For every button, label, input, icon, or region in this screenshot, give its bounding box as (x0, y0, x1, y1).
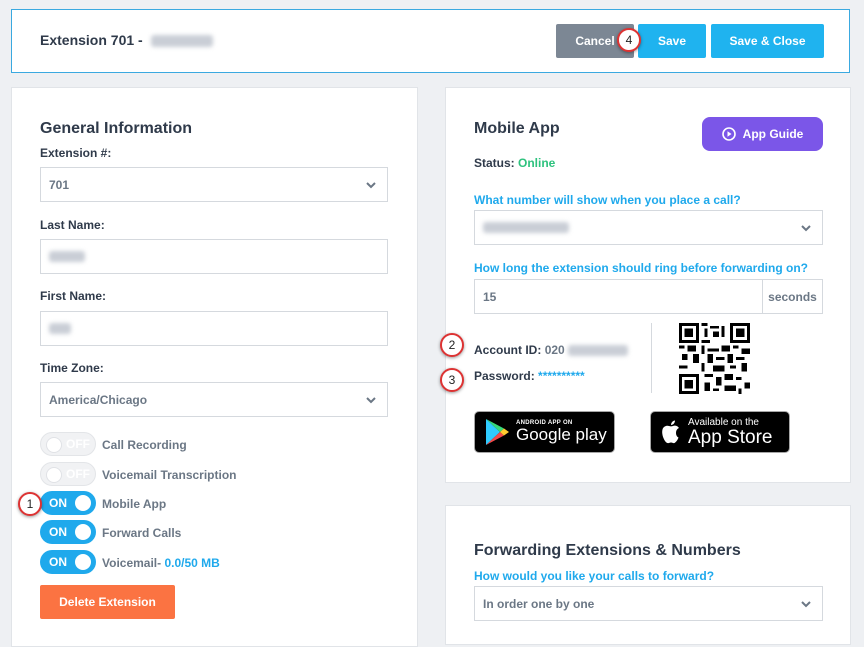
caller-number-question: What number will show when you place a c… (474, 193, 741, 207)
page-title: Extension 701 - (40, 32, 213, 48)
callout-3: 3 (440, 368, 464, 392)
last-name-input[interactable] (40, 239, 388, 274)
password-label: Password: (474, 369, 535, 383)
voicemail-transcription-label: Voicemail Transcription (102, 468, 237, 482)
toggle-state: ON (49, 525, 67, 539)
account-id-value: 020 (544, 343, 565, 357)
app-store-badge[interactable]: Available on the App Store (650, 411, 790, 453)
app-guide-button[interactable]: App Guide (702, 117, 823, 151)
account-id-line: Account ID: 020 (474, 343, 629, 357)
account-id-label: Account ID: (474, 343, 542, 357)
mobile-app-title: Mobile App (474, 120, 560, 137)
app-store-big-text: App Store (688, 426, 773, 448)
toggle-state: OFF (66, 467, 90, 481)
password-line: Password: ********** (474, 369, 585, 383)
google-play-text: ANDROID APP ON Google play (516, 420, 607, 444)
toggle-knob (46, 437, 62, 453)
qr-code-icon (679, 323, 750, 394)
chevron-down-icon (801, 225, 811, 232)
voicemail-label: Voicemail- 0.0/50 MB (102, 556, 220, 570)
delete-extension-button[interactable]: Delete Extension (40, 585, 175, 619)
extension-title-text: Extension 701 - (40, 32, 143, 48)
apple-icon (662, 420, 679, 444)
first-name-input[interactable] (40, 311, 388, 346)
first-name-label: First Name: (40, 289, 107, 303)
voicemail-usage: 0.0/50 MB (164, 556, 220, 570)
call-recording-toggle[interactable]: OFF (40, 432, 96, 456)
chevron-down-icon (366, 182, 376, 189)
time-zone-value: America/Chicago (49, 392, 148, 407)
status-badge: Online (518, 156, 556, 170)
mobile-app-toggle[interactable]: ON (40, 491, 96, 515)
app-guide-label: App Guide (742, 127, 804, 141)
toggle-knob (75, 495, 91, 511)
google-play-badge[interactable]: ANDROID APP ON Google play (474, 411, 615, 453)
toggle-state: ON (49, 555, 67, 569)
forwarding-order-select[interactable]: In order one by one (474, 586, 823, 621)
forward-calls-label: Forward Calls (102, 526, 182, 540)
toggle-knob (46, 467, 62, 483)
extension-value: 701 (49, 177, 70, 192)
redacted-last-name (49, 251, 85, 262)
forward-calls-toggle[interactable]: ON (40, 520, 96, 544)
chevron-down-icon (801, 601, 811, 608)
extension-label: Extension #: (40, 146, 112, 160)
toggle-knob (75, 554, 91, 570)
forwarding-question: How would you like your calls to forward… (474, 569, 715, 583)
last-name-label: Last Name: (40, 218, 105, 232)
password-value: ********** (538, 369, 585, 383)
voicemail-toggle[interactable]: ON (40, 550, 96, 574)
ring-duration-question: How long the extension should ring befor… (474, 261, 808, 275)
time-zone-select[interactable]: America/Chicago (40, 382, 388, 417)
redacted-phone-number (483, 222, 569, 233)
ring-duration-input[interactable]: 15 (474, 279, 763, 314)
voicemail-label-text: Voicemail- (102, 556, 162, 570)
redacted-account-id (568, 345, 629, 357)
mobile-app-label: Mobile App (102, 497, 167, 511)
google-play-big-text: Google play (516, 425, 607, 444)
callout-1: 1 (18, 492, 42, 516)
caller-number-select[interactable] (474, 210, 823, 245)
redacted-name (150, 35, 213, 48)
callout-4: 4 (617, 28, 641, 52)
time-zone-label: Time Zone: (40, 361, 104, 375)
toggle-state: ON (49, 496, 67, 510)
chevron-down-icon (366, 397, 376, 404)
save-button[interactable]: Save (638, 24, 706, 58)
seconds-addon: seconds (762, 279, 823, 314)
app-store-text: Available on the App Store (688, 417, 773, 448)
general-information-title: General Information (40, 120, 193, 137)
call-recording-label: Call Recording (102, 438, 187, 452)
app-store-small-text: Available on the (688, 416, 759, 428)
save-close-button[interactable]: Save & Close (711, 24, 824, 58)
status-label: Status: (474, 156, 515, 170)
divider (651, 323, 652, 393)
google-play-icon (486, 419, 509, 445)
callout-2: 2 (440, 333, 464, 357)
redacted-first-name (49, 323, 71, 334)
status-line: Status: Online (474, 156, 555, 170)
extension-select[interactable]: 701 (40, 167, 388, 202)
forwarding-title: Forwarding Extensions & Numbers (474, 542, 741, 559)
toggle-knob (75, 524, 91, 540)
page-header: Extension 701 - Cancel Save Save & Close (11, 9, 850, 73)
voicemail-transcription-toggle[interactable]: OFF (40, 462, 96, 486)
forwarding-order-value: In order one by one (483, 596, 595, 611)
toggle-state: OFF (66, 437, 90, 451)
ring-duration-value: 15 (483, 289, 497, 304)
play-circle-icon (721, 127, 736, 141)
